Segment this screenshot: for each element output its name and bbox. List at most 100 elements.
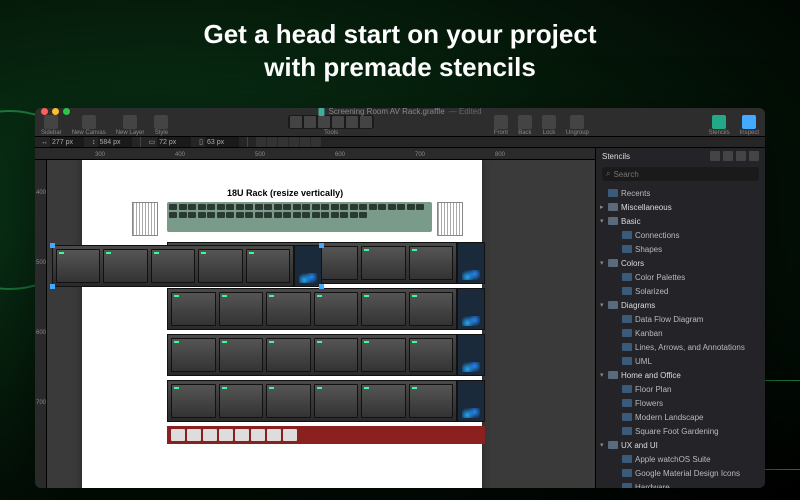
settings-icon[interactable] bbox=[749, 151, 759, 161]
tree-item[interactable]: Recents bbox=[596, 186, 765, 200]
back-button[interactable]: Back bbox=[518, 115, 532, 136]
stencils-label: Stencils bbox=[709, 130, 730, 136]
document-icon bbox=[318, 108, 324, 116]
tree-folder[interactable]: ▾Basic bbox=[596, 214, 765, 228]
tree-folder[interactable]: ▾Diagrams bbox=[596, 298, 765, 312]
resize-handle[interactable] bbox=[50, 243, 55, 248]
x-input[interactable] bbox=[50, 137, 84, 147]
w-field[interactable]: ▭ bbox=[149, 137, 192, 147]
tree-folder[interactable]: ▾UX and UI bbox=[596, 438, 765, 452]
tree-item[interactable]: Google Material Design Icons bbox=[596, 466, 765, 480]
tree-item[interactable]: Lines, Arrows, and Annotations bbox=[596, 340, 765, 354]
view-card-icon[interactable] bbox=[736, 151, 746, 161]
window-controls[interactable] bbox=[41, 108, 70, 115]
line-tool-icon[interactable] bbox=[318, 116, 330, 128]
vent-panel[interactable] bbox=[437, 202, 463, 236]
tree-folder[interactable]: ▸Miscellaneous bbox=[596, 200, 765, 214]
tree-item[interactable]: Connections bbox=[596, 228, 765, 242]
stencil-file-icon bbox=[622, 483, 632, 488]
content-area: 300 400 500 600 700 800 400 500 600 700 … bbox=[35, 148, 765, 488]
text-swatch[interactable] bbox=[289, 137, 299, 147]
ungroup-label: Ungroup bbox=[566, 130, 589, 136]
tree-item[interactable]: Shapes bbox=[596, 242, 765, 256]
tree-item[interactable]: Kanban bbox=[596, 326, 765, 340]
server-unit-selected[interactable] bbox=[52, 245, 322, 287]
resize-handle[interactable] bbox=[319, 284, 324, 289]
minimize-icon[interactable] bbox=[52, 108, 59, 115]
fill-swatch[interactable] bbox=[256, 137, 266, 147]
tree-item[interactable]: Modern Landscape bbox=[596, 410, 765, 424]
tree-label: Square Foot Gardening bbox=[635, 427, 719, 436]
vent-panel[interactable] bbox=[132, 202, 158, 236]
titlebar: Screening Room AV Rack.graffle — Edited bbox=[35, 108, 765, 115]
stencils-title: Stencils bbox=[602, 152, 630, 161]
tree-item[interactable]: Solarized bbox=[596, 284, 765, 298]
tree-item[interactable]: Flowers bbox=[596, 396, 765, 410]
edited-indicator: — Edited bbox=[449, 108, 482, 116]
tree-folder[interactable]: ▾Home and Office bbox=[596, 368, 765, 382]
ungroup-button[interactable]: Ungroup bbox=[566, 115, 589, 136]
x-field[interactable]: ↔ bbox=[41, 137, 84, 147]
maximize-icon[interactable] bbox=[63, 108, 70, 115]
new-layer-button[interactable]: New Layer bbox=[116, 115, 145, 136]
h-field[interactable]: ▯ bbox=[199, 137, 239, 147]
tree-item[interactable]: Square Foot Gardening bbox=[596, 424, 765, 438]
tree-item[interactable]: Apple watchOS Suite bbox=[596, 452, 765, 466]
tree-label: Shapes bbox=[635, 245, 662, 254]
resize-handle[interactable] bbox=[50, 284, 55, 289]
sidebar-toggle[interactable]: Sidebar bbox=[41, 115, 62, 136]
canvas-body: 400 500 600 700 18U Rack (resize vertica… bbox=[35, 160, 595, 488]
tree-folder[interactable]: ▾Colors bbox=[596, 256, 765, 270]
style-swatches[interactable] bbox=[256, 137, 321, 147]
y-input[interactable] bbox=[98, 137, 132, 147]
view-grid-icon[interactable] bbox=[723, 151, 733, 161]
select-tool-icon[interactable] bbox=[290, 116, 302, 128]
canvas[interactable]: 18U Rack (resize vertically) bbox=[47, 160, 595, 488]
tree-item[interactable]: UML bbox=[596, 354, 765, 368]
font-swatch[interactable] bbox=[300, 137, 310, 147]
stroke-swatch[interactable] bbox=[267, 137, 277, 147]
pen-tool-icon[interactable] bbox=[346, 116, 358, 128]
server-unit[interactable] bbox=[167, 380, 485, 422]
resize-handle[interactable] bbox=[319, 243, 324, 248]
power-strip[interactable] bbox=[167, 426, 485, 444]
stencils-button[interactable]: Stencils bbox=[709, 115, 730, 136]
text-tool-icon[interactable] bbox=[332, 116, 344, 128]
chevron-icon: ▾ bbox=[600, 259, 608, 267]
front-label: Front bbox=[494, 130, 508, 136]
sidebar-icon bbox=[44, 115, 58, 129]
stamp-tool-icon[interactable] bbox=[360, 116, 372, 128]
shadow-swatch[interactable] bbox=[278, 137, 288, 147]
vertical-ruler: 400 500 600 700 bbox=[35, 160, 47, 488]
tools-group[interactable]: Tools bbox=[288, 115, 374, 136]
stencils-search[interactable]: ⌕ bbox=[602, 167, 759, 181]
lock-button[interactable]: Lock bbox=[542, 115, 556, 136]
server-unit[interactable] bbox=[167, 334, 485, 376]
tree-item[interactable]: Floor Plan bbox=[596, 382, 765, 396]
tools-label: Tools bbox=[324, 130, 338, 136]
y-field[interactable]: ↕ bbox=[92, 137, 132, 147]
patch-panel[interactable] bbox=[167, 202, 432, 232]
rack-label: 18U Rack (resize vertically) bbox=[227, 188, 343, 198]
view-list-icon[interactable] bbox=[710, 151, 720, 161]
new-canvas-button[interactable]: New Canvas bbox=[72, 115, 106, 136]
ruler-tick: 700 bbox=[415, 152, 425, 158]
server-unit[interactable] bbox=[167, 288, 485, 330]
shape-tool-icon[interactable] bbox=[304, 116, 316, 128]
h-input[interactable] bbox=[205, 137, 239, 147]
tree-label: Google Material Design Icons bbox=[635, 469, 740, 478]
align-swatch[interactable] bbox=[311, 137, 321, 147]
front-button[interactable]: Front bbox=[494, 115, 508, 136]
tree-item[interactable]: Data Flow Diagram bbox=[596, 312, 765, 326]
ruler-tick: 700 bbox=[36, 400, 46, 406]
inspect-button[interactable]: Inspect bbox=[740, 115, 759, 136]
close-icon[interactable] bbox=[41, 108, 48, 115]
tree-label: Color Palettes bbox=[635, 273, 685, 282]
style-button[interactable]: Style bbox=[154, 115, 168, 136]
tree-label: Solarized bbox=[635, 287, 668, 296]
tree-item[interactable]: Color Palettes bbox=[596, 270, 765, 284]
w-input[interactable] bbox=[157, 137, 191, 147]
chevron-icon: ▸ bbox=[600, 203, 608, 211]
search-input[interactable] bbox=[613, 170, 755, 179]
tree-item[interactable]: Hardware bbox=[596, 480, 765, 488]
